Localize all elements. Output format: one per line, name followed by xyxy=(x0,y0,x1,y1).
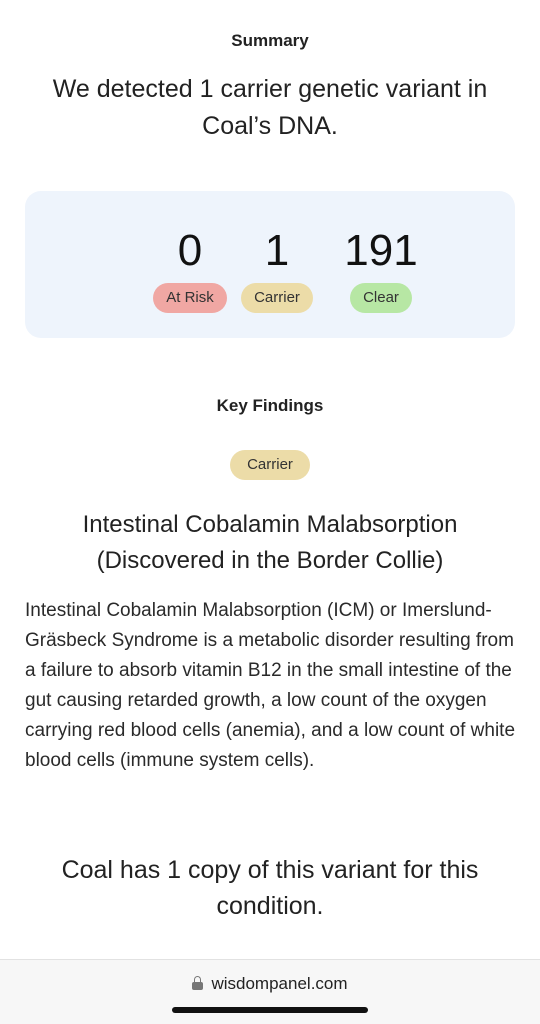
clear-count: 191 xyxy=(344,226,418,275)
stat-clear[interactable]: 191 Clear xyxy=(331,223,431,313)
stat-carrier[interactable]: 1 Carrier xyxy=(227,223,327,313)
results-stats-card: 0 At Risk 1 Carrier 191 Clear xyxy=(25,191,515,338)
url-text: wisdompanel.com xyxy=(211,974,348,993)
url-display[interactable]: wisdompanel.com xyxy=(0,974,540,994)
variant-copy-statement: Coal has 1 copy of this variant for this… xyxy=(61,856,479,920)
condition-title: Intestinal Cobalamin Malabsorption (Disc… xyxy=(82,511,458,574)
at-risk-pill: At Risk xyxy=(153,283,227,313)
summary-headline: We detected 1 carrier genetic variant in… xyxy=(52,75,488,140)
results-page: Summary We detected 1 carrier genetic va… xyxy=(0,0,540,1024)
at-risk-count: 0 xyxy=(177,226,203,275)
clear-pill: Clear xyxy=(350,283,412,313)
lock-icon xyxy=(192,976,204,990)
summary-heading: Summary xyxy=(231,31,309,50)
carrier-status-badge: Carrier xyxy=(230,450,310,480)
condition-description: Intestinal Cobalamin Malabsorption (ICM)… xyxy=(25,600,516,771)
carrier-count: 1 xyxy=(264,226,290,275)
key-findings-heading: Key Findings xyxy=(216,396,324,415)
carrier-pill: Carrier xyxy=(241,283,313,313)
home-indicator[interactable] xyxy=(172,1007,368,1013)
stat-at-risk[interactable]: 0 At Risk xyxy=(140,223,240,313)
browser-address-bar[interactable]: wisdompanel.com xyxy=(0,959,540,1024)
